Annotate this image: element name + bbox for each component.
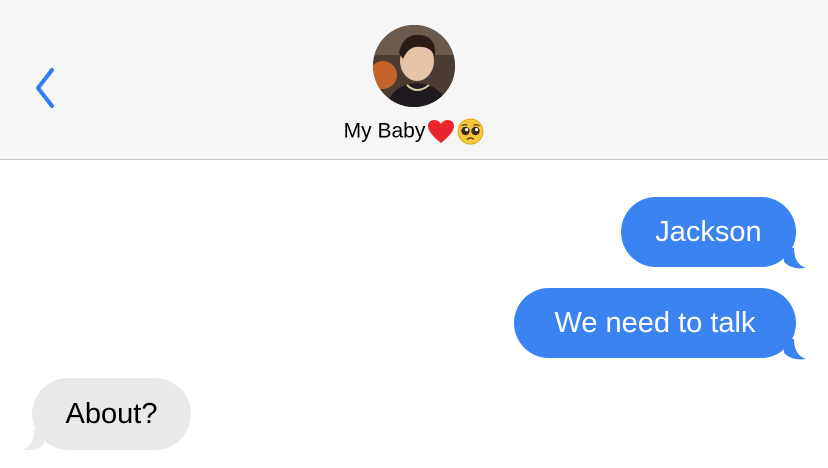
chevron-left-icon <box>36 68 54 108</box>
contact-photo <box>373 25 455 107</box>
contact-name-button[interactable]: My Baby <box>0 118 828 145</box>
back-button[interactable] <box>30 66 64 110</box>
message-bubble-sent[interactable]: Jackson <box>621 197 796 267</box>
avatar[interactable] <box>373 25 455 107</box>
message-text: We need to talk <box>554 306 756 339</box>
conversation-header: My Baby <box>0 0 828 160</box>
message-text: About? <box>65 397 158 430</box>
message-bubble-received[interactable]: About? <box>32 378 191 450</box>
message-bubble-sent[interactable]: We need to talk <box>514 288 796 358</box>
contact-name: My Baby <box>343 119 426 143</box>
heart-emoji-icon <box>428 119 455 143</box>
messages-screen: My Baby Jackson We need to talk About? <box>0 0 828 468</box>
pleading-face-emoji-icon <box>457 118 484 145</box>
message-text: Jackson <box>655 215 762 248</box>
